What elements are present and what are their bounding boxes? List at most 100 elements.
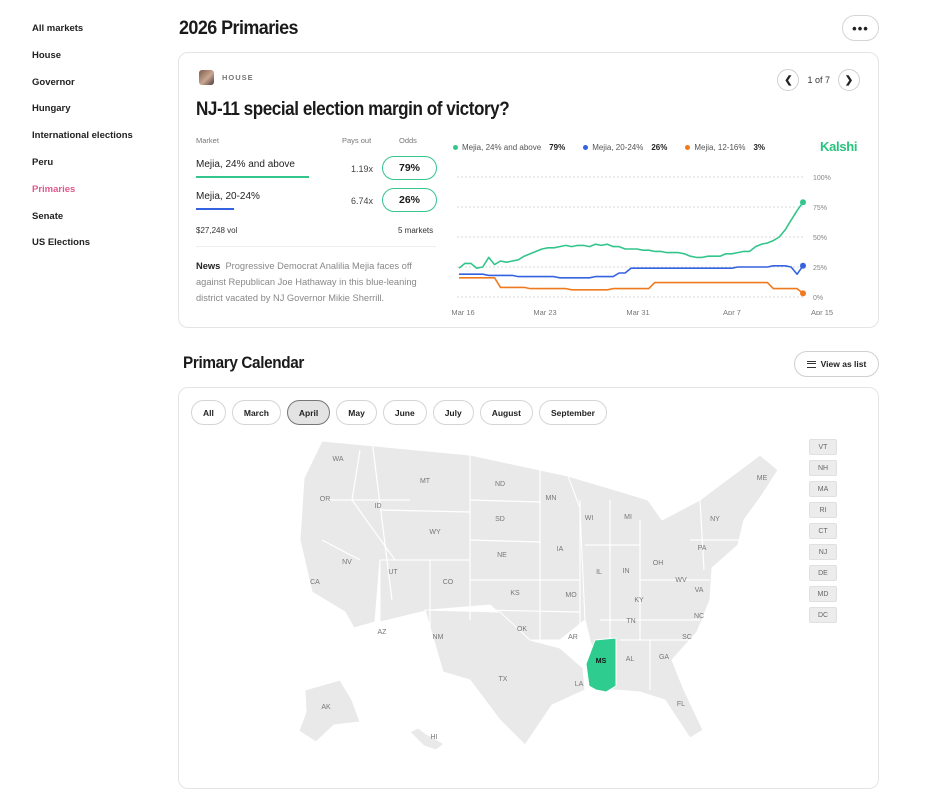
sidebar-item-hungary[interactable]: Hungary (32, 102, 162, 129)
small-states-legend: VT NH MA RI CT NJ DE MD DC (809, 439, 837, 623)
state-label-mn: MN (546, 495, 557, 502)
state-label-tx: TX (499, 676, 508, 683)
month-chip-august[interactable]: August (479, 400, 533, 425)
state-label-la: LA (575, 681, 584, 688)
odds-line-chart: 100% 75% 50% 25% 0% Mar 16 Mar 23 Mar 31 Apr 7 Ap… (451, 175, 833, 315)
y-tick-label: 25% (813, 265, 827, 272)
month-chip-all[interactable]: All (191, 400, 226, 425)
us-primary-map: WA MT ND MN ME OR ID WY SD WI MI NY NV UT NE IA PA CA CO KS… (298, 439, 779, 751)
y-tick-label: 100% (813, 175, 831, 182)
view-as-list-label: View as list (820, 359, 867, 369)
legend-dot (583, 145, 589, 150)
series-endpoint-2[interactable] (800, 262, 806, 269)
state-label-nc: NC (694, 613, 704, 620)
legend-value: 3% (753, 143, 766, 152)
kalshi-logo[interactable]: Kalshi (820, 139, 858, 154)
state-label-hi: HI (431, 734, 438, 741)
news-blurb: News Progressive Democrat Analilia Mejia… (196, 258, 444, 306)
state-label-mi: MI (624, 514, 632, 521)
state-label-mt: MT (420, 478, 431, 485)
candidate-avatar (199, 70, 214, 85)
sidebar-item-governor[interactable]: Governor (32, 76, 162, 103)
small-state-dc[interactable]: DC (809, 607, 837, 623)
state-label-ok: OK (517, 626, 527, 633)
state-label-me: ME (757, 475, 768, 482)
small-state-nh[interactable]: NH (809, 460, 837, 476)
small-state-ma[interactable]: MA (809, 481, 837, 497)
state-label-ga: GA (659, 654, 669, 661)
state-label-fl: FL (677, 701, 685, 708)
state-label-ut: UT (388, 569, 398, 576)
market-column-header: Market (196, 136, 219, 145)
news-label: News (196, 261, 221, 271)
state-label-nv: NV (342, 559, 352, 566)
small-state-nj[interactable]: NJ (809, 544, 837, 560)
outcome-name: Mejia, 20-24% (196, 191, 260, 202)
map-region-hawaii (409, 727, 445, 751)
legend-dot (453, 145, 458, 150)
outcome-label-2[interactable]: Mejia, 20-24% (196, 191, 260, 210)
odds-button-2[interactable]: 26% (382, 188, 437, 212)
state-label-nd: ND (495, 481, 505, 488)
legend-item-1: Mejia, 24% and above 79% (453, 143, 565, 152)
y-tick-label: 0% (813, 295, 823, 302)
market-card: HOUSE ❮ 1 of 7 ❯ NJ-11 special election … (178, 52, 879, 328)
more-options-button[interactable]: ••• (842, 15, 879, 41)
legend-value: 79% (549, 143, 566, 152)
small-state-vt[interactable]: VT (809, 439, 837, 455)
state-label-ne: NE (497, 552, 507, 559)
news-text: Progressive Democrat Analilia Mejia face… (196, 261, 417, 303)
state-label-al: AL (626, 656, 635, 663)
outcome-color-line (196, 208, 234, 210)
month-chip-july[interactable]: July (432, 400, 474, 425)
state-label-id: ID (375, 503, 382, 510)
outcome-color-line (196, 176, 309, 178)
view-as-list-button[interactable]: View as list (794, 351, 879, 377)
month-chip-may[interactable]: May (336, 400, 377, 425)
state-label-tn: TN (626, 618, 635, 625)
month-chip-september[interactable]: September (538, 400, 607, 425)
map-region-alaska (298, 679, 361, 743)
state-label-nm: NM (433, 634, 444, 641)
state-label-ny: NY (710, 516, 720, 523)
series-line-1 (458, 201, 804, 269)
small-state-md[interactable]: MD (809, 586, 837, 602)
state-label-va: VA (695, 587, 704, 594)
x-tick-label: Mar 31 (626, 308, 649, 315)
sidebar-item-all-markets[interactable]: All markets (32, 22, 162, 49)
state-label-sc: SC (682, 634, 692, 641)
chevron-left-icon[interactable]: ❮ (777, 69, 800, 91)
category-label: HOUSE (222, 73, 254, 82)
small-state-ri[interactable]: RI (809, 502, 837, 518)
legend-dot (685, 145, 691, 150)
sidebar-item-us-elections[interactable]: US Elections (32, 236, 162, 263)
state-ms-highlighted[interactable] (585, 637, 617, 693)
state-label-mo: MO (565, 592, 577, 599)
sidebar-item-peru[interactable]: Peru (32, 156, 162, 183)
month-filter: All March April May June July August Sep… (191, 400, 607, 425)
outcome-label-1[interactable]: Mejia, 24% and above (196, 159, 309, 178)
state-label-ky: KY (634, 597, 644, 604)
sidebar-item-primaries[interactable]: Primaries (32, 183, 162, 210)
legend-label: Mejia, 12-16% (694, 143, 746, 152)
month-chip-june[interactable]: June (382, 400, 427, 425)
legend-item-2: Mejia, 20-24% 26% (583, 143, 667, 152)
odds-button-1[interactable]: 79% (382, 156, 437, 180)
sidebar-item-senate[interactable]: Senate (32, 210, 162, 237)
sidebar-item-house[interactable]: House (32, 49, 162, 76)
month-chip-march[interactable]: March (231, 400, 281, 425)
market-pager: ❮ 1 of 7 ❯ (777, 69, 860, 91)
sidebar-item-international-elections[interactable]: International elections (32, 129, 162, 156)
market-title[interactable]: NJ-11 special election margin of victory… (196, 99, 510, 121)
small-state-de[interactable]: DE (809, 565, 837, 581)
month-chip-april[interactable]: April (286, 400, 331, 425)
chevron-right-icon[interactable]: ❯ (838, 69, 860, 91)
small-state-ct[interactable]: CT (809, 523, 837, 539)
series-endpoint-1[interactable] (800, 199, 806, 206)
legend-label: Mejia, 20-24% (592, 143, 644, 152)
volume-text: $27,248 vol (196, 226, 238, 235)
state-label-wv: WV (675, 577, 687, 584)
state-label-ar: AR (568, 634, 578, 641)
x-tick-label: Mar 16 (451, 308, 474, 315)
series-endpoint-3[interactable] (800, 290, 806, 297)
